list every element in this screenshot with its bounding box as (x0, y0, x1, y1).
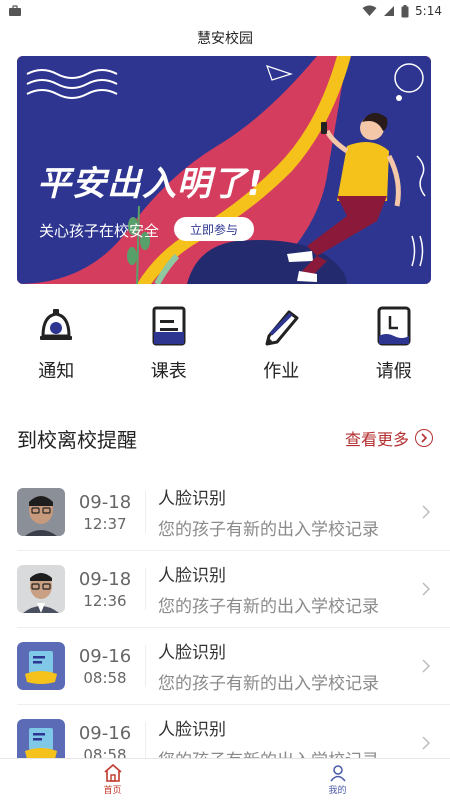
chevron-right-icon (422, 582, 430, 596)
nav-mine-label: 我的 (328, 785, 347, 796)
chevron-right-icon (422, 505, 430, 519)
status-left (8, 5, 22, 17)
record-date: 09-16 (78, 722, 132, 744)
list-item[interactable]: 09-18 12:36 人脸识别 您的孩子有新的出入学校记录 (17, 551, 450, 628)
quick-label-homework: 作业 (263, 361, 300, 382)
status-bar: 5:14 (0, 0, 450, 22)
date-block: 09-18 12:36 (69, 569, 141, 610)
quick-label-schedule: 课表 (150, 361, 187, 382)
list-item[interactable]: 09-18 12:37 人脸识别 您的孩子有新的出入学校记录 (17, 474, 450, 551)
record-content: 人脸识别 您的孩子有新的出入学校记录 (158, 638, 450, 694)
record-date: 09-18 (78, 491, 132, 513)
pencil-icon (261, 306, 301, 346)
banner-title: 平安出入明了! (37, 164, 264, 204)
date-block: 09-16 08:58 (69, 723, 141, 759)
quick-item-leave[interactable]: 请假 (338, 306, 450, 396)
avatar (17, 642, 65, 690)
avatar (17, 719, 65, 758)
leave-icon (374, 306, 414, 346)
date-block: 09-16 08:58 (69, 646, 141, 687)
battery-icon (401, 4, 409, 17)
join-now-button[interactable]: 立即参与 (174, 217, 254, 241)
reminders-header: 到校离校提醒 查看更多 (0, 420, 450, 456)
record-time: 12:37 (83, 514, 127, 533)
avatar (17, 565, 65, 613)
banner-subtitle: 关心孩子在校安全 (39, 222, 160, 240)
promo-banner[interactable]: 平安出入明了! 关心孩子在校安全 立即参与 (17, 56, 431, 284)
home-icon (103, 763, 122, 782)
divider (145, 491, 146, 533)
user-icon (329, 764, 346, 781)
nav-mine[interactable]: 我的 (225, 759, 450, 800)
date-block: 09-18 12:37 (69, 492, 141, 533)
record-date: 09-16 (78, 645, 132, 667)
divider (145, 568, 146, 610)
quick-item-notice[interactable]: 通知 (0, 306, 113, 396)
record-content: 人脸识别 您的孩子有新的出入学校记录 (158, 561, 450, 617)
briefcase-icon (9, 5, 21, 16)
reminders-title: 到校离校提醒 (17, 427, 137, 452)
wifi-icon (362, 5, 377, 16)
record-desc: 您的孩子有新的出入学校记录 (158, 746, 450, 758)
record-time: 08:58 (83, 668, 127, 687)
record-desc: 您的孩子有新的出入学校记录 (158, 674, 379, 694)
list-item[interactable]: 09-16 08:58 人脸识别 您的孩子有新的出入学校记录 (17, 705, 450, 758)
record-time: 12:36 (83, 591, 127, 610)
nav-home-label: 首页 (103, 785, 122, 796)
record-time: 08:58 (83, 745, 127, 759)
page-title: 慧安校园 (197, 31, 253, 47)
quick-label-notice: 通知 (38, 361, 75, 382)
record-date: 09-18 (78, 568, 132, 590)
schedule-icon (149, 306, 189, 346)
record-content: 人脸识别 您的孩子有新的出入学校记录 (158, 715, 450, 758)
reminders-list: 09-18 12:37 人脸识别 您的孩子有新的出入学校记录 09-18 12:… (0, 474, 450, 758)
list-item[interactable]: 09-16 08:58 人脸识别 您的孩子有新的出入学校记录 (17, 628, 450, 705)
quick-item-homework[interactable]: 作业 (225, 306, 338, 396)
record-title: 人脸识别 (158, 489, 226, 509)
quick-item-schedule[interactable]: 课表 (113, 306, 226, 396)
quick-label-leave: 请假 (375, 361, 412, 382)
record-title: 人脸识别 (158, 643, 226, 663)
quick-actions: 通知 课表 作业 请假 (0, 306, 450, 396)
avatar (17, 488, 65, 536)
record-desc: 您的孩子有新的出入学校记录 (158, 597, 379, 617)
chevron-right-circle-icon (415, 429, 433, 447)
chevron-right-icon (422, 659, 430, 673)
record-title: 人脸识别 (158, 720, 226, 740)
signal-icon (384, 6, 395, 16)
record-content: 人脸识别 您的孩子有新的出入学校记录 (158, 484, 450, 540)
record-title: 人脸识别 (158, 566, 226, 586)
bottom-nav: 首页 我的 (0, 758, 450, 800)
divider (145, 722, 146, 758)
record-desc: 您的孩子有新的出入学校记录 (158, 520, 379, 540)
view-more-label: 查看更多 (344, 430, 409, 449)
status-time: 5:14 (415, 4, 442, 18)
bell-icon (36, 306, 76, 346)
divider (145, 645, 146, 687)
status-right: 5:14 (362, 4, 442, 18)
view-more-link[interactable]: 查看更多 (345, 426, 433, 450)
nav-home[interactable]: 首页 (0, 759, 225, 800)
chevron-right-icon (422, 736, 430, 750)
